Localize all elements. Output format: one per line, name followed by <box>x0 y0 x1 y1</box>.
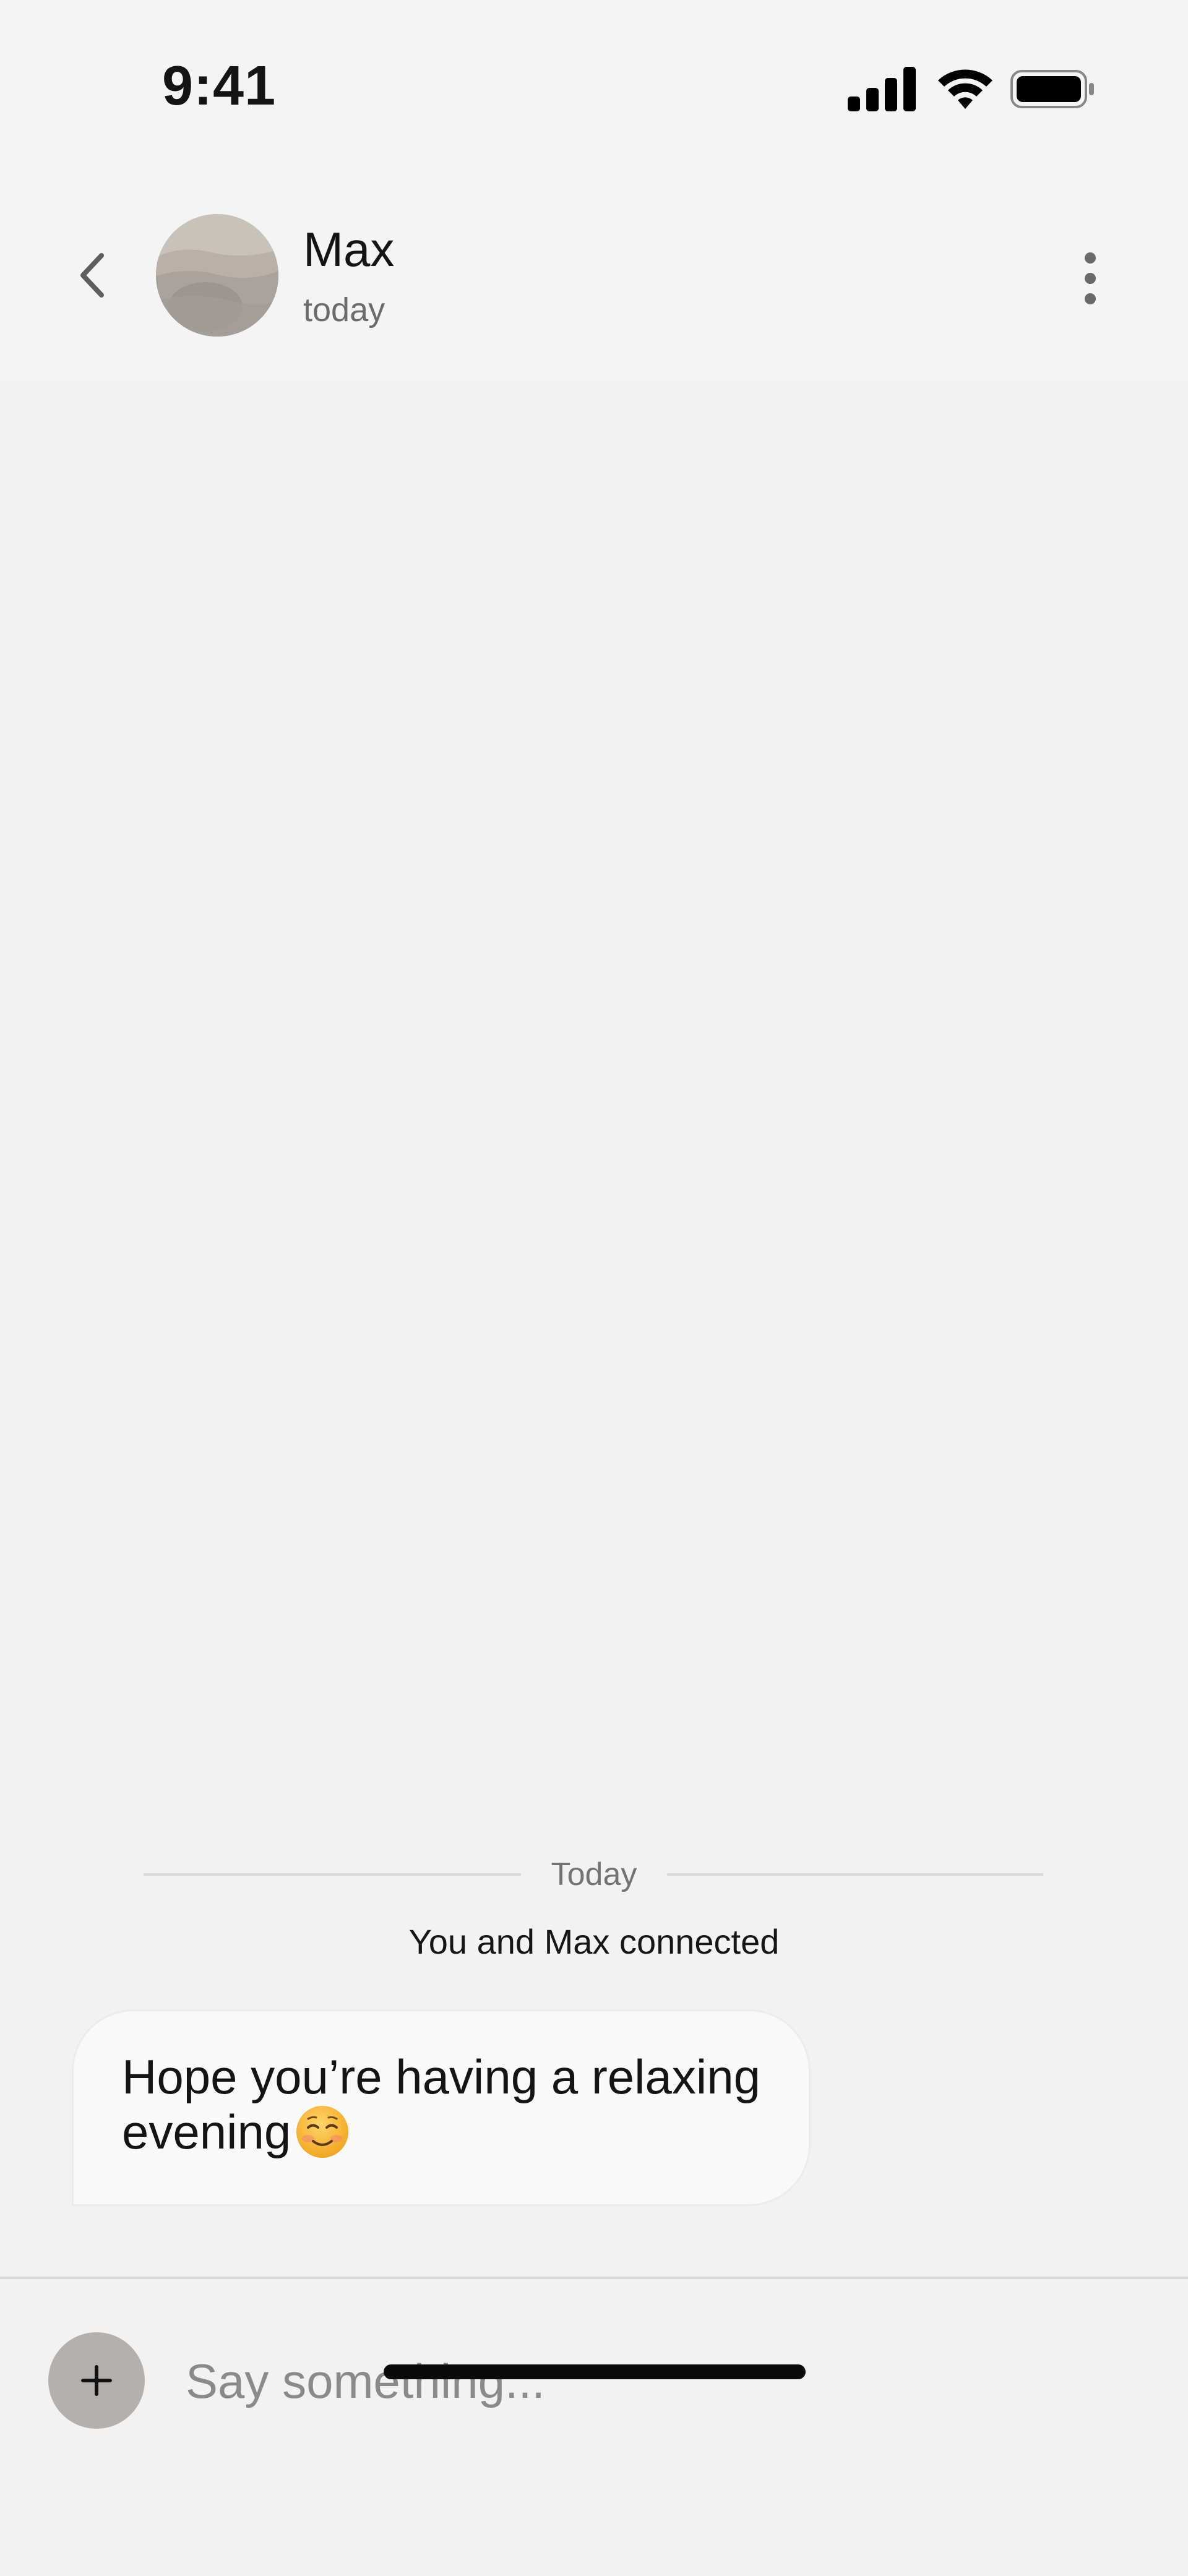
system-message: You and Max connected <box>408 1922 780 1961</box>
smiling-face-icon <box>296 2106 349 2158</box>
conversation-area[interactable]: Today You and Max connected Hope you’re … <box>0 377 1188 2277</box>
more-vertical-icon <box>1085 252 1096 264</box>
divider-line <box>144 1873 521 1876</box>
message-input[interactable] <box>186 2341 1114 2421</box>
wifi-icon <box>938 69 992 109</box>
status-icons <box>848 67 1095 111</box>
contact-name[interactable]: Max <box>303 221 394 278</box>
chevron-left-icon <box>80 253 104 298</box>
more-options-button[interactable] <box>1064 241 1116 316</box>
message-text: Hope you’re having a relaxing evening <box>122 2050 762 2160</box>
chat-header: Max today <box>0 173 1188 377</box>
status-bar: 9:41 <box>0 0 1188 173</box>
incoming-message-bubble[interactable]: Hope you’re having a relaxing evening <box>72 2009 811 2206</box>
contact-status: today <box>303 291 385 328</box>
home-indicator[interactable] <box>384 2364 806 2379</box>
attach-button[interactable] <box>48 2332 145 2429</box>
message-composer <box>0 2277 1188 2576</box>
back-button[interactable] <box>62 244 124 306</box>
avatar-image <box>156 214 278 337</box>
cellular-signal-icon <box>848 67 916 111</box>
message-body: Hope you’re having a relaxing evening <box>122 2050 760 2159</box>
date-divider: Today <box>144 1848 1043 1898</box>
avatar[interactable] <box>156 214 278 337</box>
plus-icon <box>81 2365 112 2396</box>
status-time: 9:41 <box>162 55 277 117</box>
battery-icon <box>1010 70 1094 108</box>
divider-line <box>667 1873 1043 1876</box>
date-label: Today <box>551 1857 637 1892</box>
